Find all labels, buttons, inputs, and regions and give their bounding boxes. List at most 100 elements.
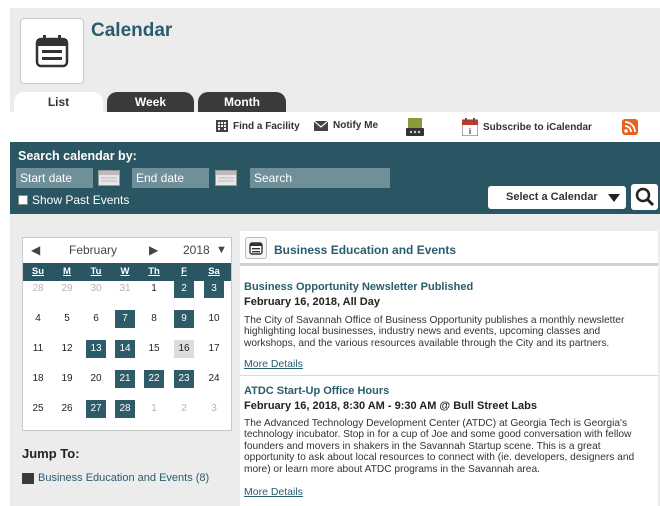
category-swatch-icon bbox=[22, 472, 34, 484]
calendar-day[interactable]: 14 bbox=[115, 340, 135, 358]
calendar-day[interactable]: 17 bbox=[204, 340, 224, 358]
calendar-day[interactable]: 10 bbox=[204, 310, 224, 328]
select-calendar-dropdown[interactable]: Select a Calendar bbox=[488, 186, 626, 209]
search-input[interactable]: Search bbox=[250, 168, 390, 188]
event-description: The City of Savannah Office of Business … bbox=[244, 315, 625, 349]
calendar-day[interactable]: 18 bbox=[28, 370, 48, 388]
weekday-label: F bbox=[181, 266, 187, 277]
weekday-label: Su bbox=[31, 266, 45, 277]
more-details-link[interactable]: More Details bbox=[244, 486, 303, 498]
icalendar-icon: i bbox=[462, 118, 478, 136]
calendar-day[interactable]: 9 bbox=[174, 310, 194, 328]
subscribe-label: Subscribe to iCalendar bbox=[483, 121, 592, 133]
calendar-category-icon bbox=[245, 237, 267, 259]
subscribe-icalendar-link[interactable]: i Subscribe to iCalendar bbox=[462, 118, 592, 136]
page-title: Calendar bbox=[91, 20, 173, 41]
mini-calendar: ◀ February ▶ 2018 ▼ Su M Tu W Th F Sa 28 29 30 31… bbox=[22, 237, 232, 431]
mini-calendar-nav: ◀ February ▶ 2018 ▼ bbox=[23, 238, 231, 262]
notify-me-link[interactable]: Notify Me bbox=[314, 120, 378, 131]
calendar-day[interactable]: 26 bbox=[57, 400, 77, 418]
calendar-day[interactable]: 11 bbox=[28, 340, 48, 358]
calendar-day[interactable]: 5 bbox=[57, 310, 77, 328]
calendar-day[interactable]: 4 bbox=[28, 310, 48, 328]
start-date-picker-icon[interactable] bbox=[98, 170, 120, 186]
calendar-day[interactable]: 16 bbox=[174, 340, 194, 358]
prev-month-icon[interactable]: ◀ bbox=[31, 243, 40, 257]
event-date: February 16, 2018, All Day bbox=[244, 296, 380, 308]
calendar-day[interactable]: 20 bbox=[86, 370, 106, 388]
search-panel: Search calendar by: Start date End date … bbox=[10, 142, 660, 214]
more-details-link[interactable]: More Details bbox=[244, 358, 303, 370]
calendar-day[interactable]: 21 bbox=[115, 370, 135, 388]
show-past-label: Show Past Events bbox=[32, 193, 130, 207]
event-category-header: Business Education and Events bbox=[240, 231, 658, 266]
jump-to-title: Jump To: bbox=[22, 446, 80, 461]
calendar-day[interactable]: 29 bbox=[57, 280, 77, 298]
phone-icon-link[interactable] bbox=[406, 118, 424, 136]
calendar-day[interactable]: 3 bbox=[204, 400, 224, 418]
calendar-day[interactable]: 19 bbox=[57, 370, 77, 388]
toolbar: Find a Facility Notify Me i Subscribe to… bbox=[10, 112, 660, 142]
calendar-day[interactable]: 13 bbox=[86, 340, 106, 358]
calendar-day[interactable]: 12 bbox=[57, 340, 77, 358]
calendar-day[interactable]: 2 bbox=[174, 400, 194, 418]
next-month-icon[interactable]: ▶ bbox=[149, 243, 158, 257]
show-past-events-toggle[interactable]: Show Past Events bbox=[18, 193, 129, 207]
weekday-header: Su M Tu W Th F Sa bbox=[23, 263, 231, 281]
tab-month[interactable]: Month bbox=[198, 92, 286, 112]
calendar-day[interactable]: 3 bbox=[204, 280, 224, 298]
weekday-label: Th bbox=[148, 266, 160, 277]
event-list: Business Education and Events Business O… bbox=[240, 231, 658, 506]
calendar-day[interactable]: 23 bbox=[174, 370, 194, 388]
year-dropdown-icon[interactable]: ▼ bbox=[216, 244, 227, 256]
calendar-day[interactable]: 28 bbox=[28, 280, 48, 298]
calendar-day[interactable]: 25 bbox=[28, 400, 48, 418]
calendar-day[interactable]: 30 bbox=[86, 280, 106, 298]
building-icon bbox=[216, 120, 228, 132]
calendar-day[interactable]: 1 bbox=[144, 280, 164, 298]
calendar-logo-icon bbox=[20, 18, 84, 84]
event-title-link[interactable]: ATDC Start-Up Office Hours bbox=[244, 385, 389, 397]
start-date-input[interactable]: Start date bbox=[16, 168, 93, 188]
find-facility-link[interactable]: Find a Facility bbox=[216, 120, 300, 132]
phone-icon bbox=[406, 118, 424, 136]
weekday-label: W bbox=[120, 266, 130, 277]
year-label[interactable]: 2018 bbox=[183, 243, 210, 257]
search-title: Search calendar by: bbox=[18, 149, 137, 163]
event-divider bbox=[240, 375, 658, 376]
month-label: February bbox=[69, 243, 118, 257]
calendar-day[interactable]: 6 bbox=[86, 310, 106, 328]
calendar-day[interactable]: 24 bbox=[204, 370, 224, 388]
show-past-checkbox[interactable] bbox=[18, 195, 28, 205]
search-button[interactable] bbox=[631, 184, 658, 210]
event-title-link[interactable]: Business Opportunity Newsletter Publishe… bbox=[244, 281, 473, 293]
calendar-day[interactable]: 2 bbox=[174, 280, 194, 298]
tab-week[interactable]: Week bbox=[107, 92, 194, 112]
event-description: The Advanced Technology Development Cent… bbox=[244, 418, 635, 475]
calendar-day[interactable]: 15 bbox=[144, 340, 164, 358]
event-category-title: Business Education and Events bbox=[274, 243, 457, 257]
event-date: February 16, 2018, 8:30 AM - 9:30 AM @ B… bbox=[244, 400, 537, 412]
jump-item-label: Business Education and Events (8) bbox=[38, 472, 210, 484]
envelope-icon bbox=[314, 120, 328, 131]
end-date-picker-icon[interactable] bbox=[215, 170, 237, 186]
end-date-input[interactable]: End date bbox=[132, 168, 209, 188]
weekday-label: Tu bbox=[90, 266, 102, 277]
calendar-day[interactable]: 22 bbox=[144, 370, 164, 388]
calendar-day[interactable]: 31 bbox=[115, 280, 135, 298]
rss-icon bbox=[622, 119, 638, 135]
chevron-down-icon bbox=[608, 194, 620, 202]
tab-list[interactable]: List bbox=[14, 92, 103, 112]
calendar-day[interactable]: 1 bbox=[144, 400, 164, 418]
select-calendar-label: Select a Calendar bbox=[506, 191, 598, 203]
calendar-day[interactable]: 7 bbox=[115, 310, 135, 328]
jump-item-business-education[interactable]: Business Education and Events (8) bbox=[22, 472, 209, 484]
search-icon bbox=[635, 187, 654, 207]
svg-text:i: i bbox=[469, 127, 471, 136]
notify-me-label: Notify Me bbox=[333, 120, 378, 131]
calendar-day[interactable]: 27 bbox=[86, 400, 106, 418]
calendar-day[interactable]: 8 bbox=[144, 310, 164, 328]
rss-link[interactable] bbox=[622, 119, 638, 135]
weekday-label: M bbox=[63, 266, 71, 277]
calendar-day[interactable]: 28 bbox=[115, 400, 135, 418]
